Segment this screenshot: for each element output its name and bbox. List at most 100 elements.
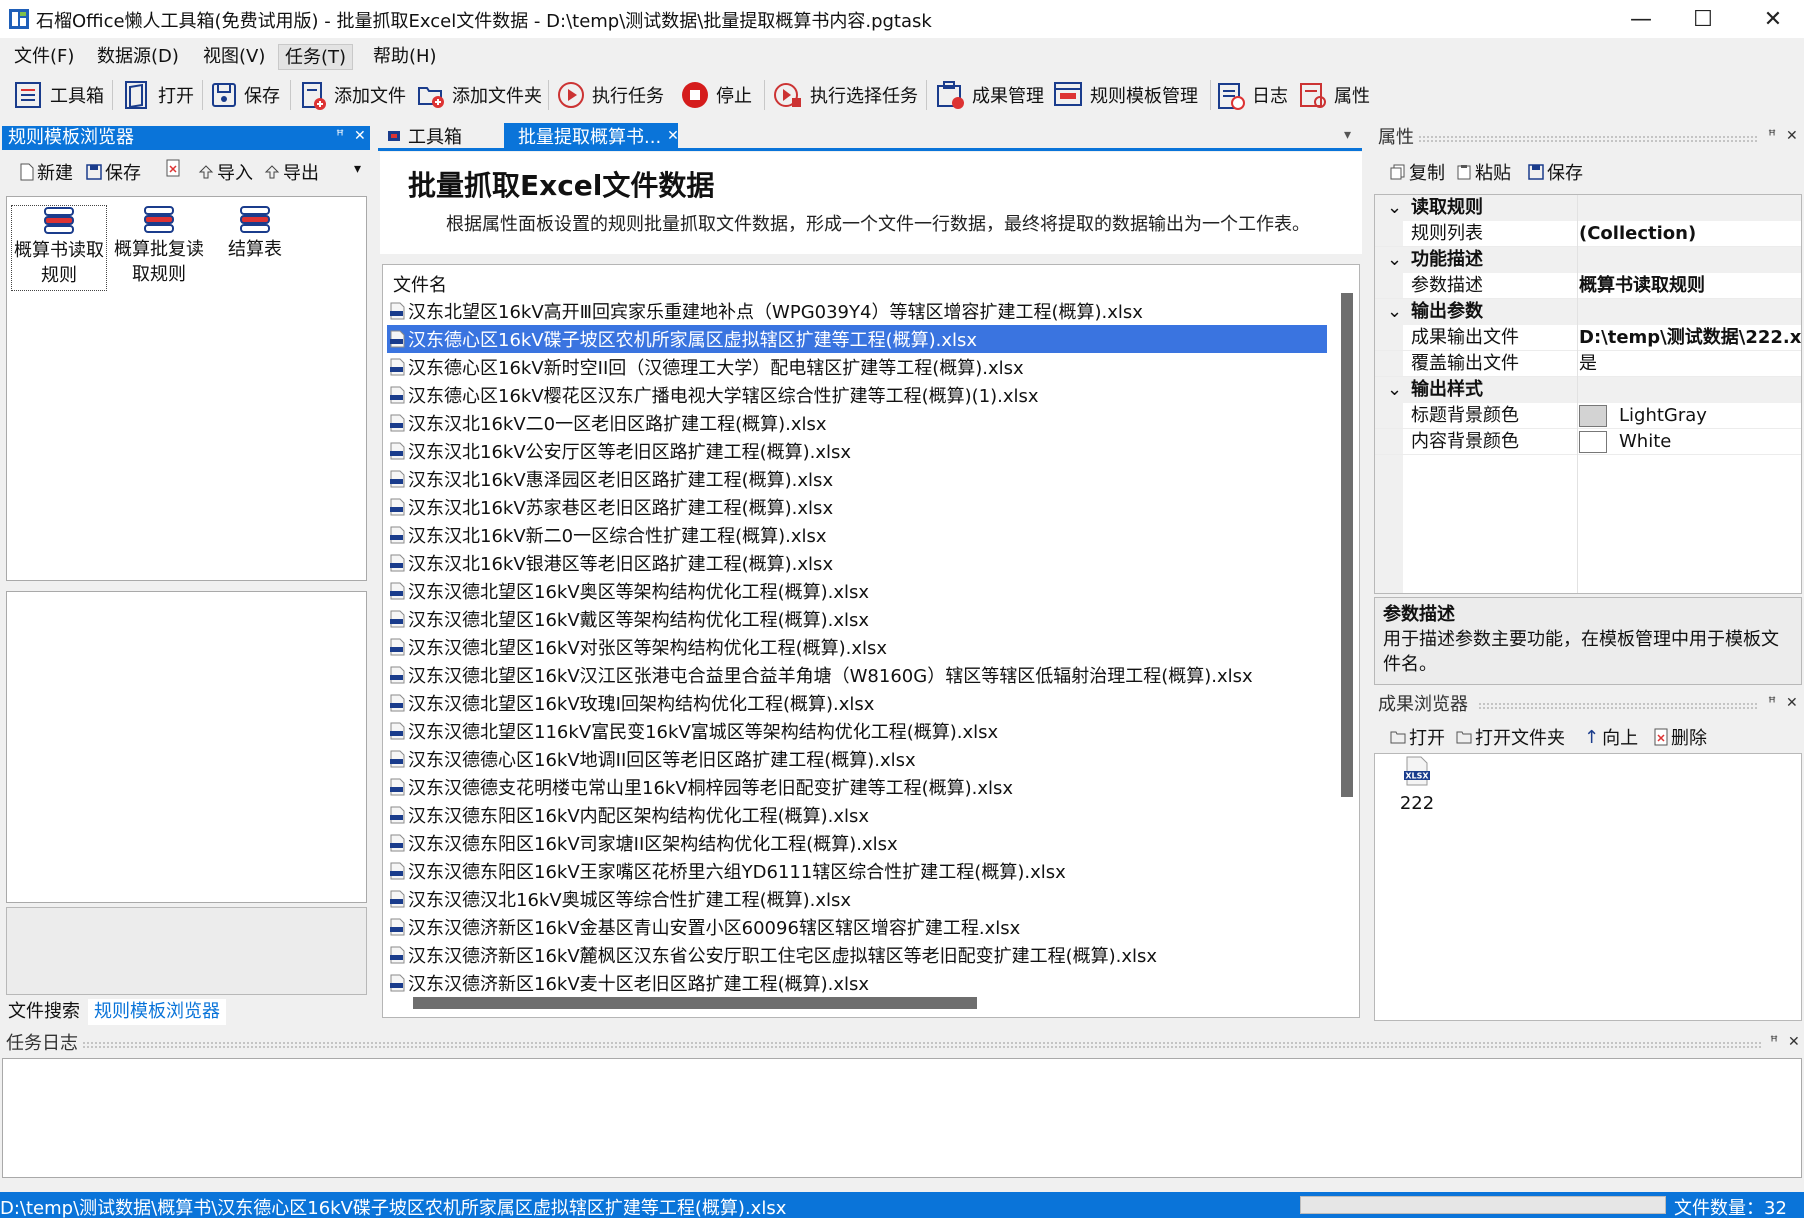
open-button[interactable]: 打开 <box>122 77 194 113</box>
file-row[interactable]: 汉东德心区16kV樱花区汉东广播电视大学辖区综合性扩建等工程(概算)(1).xl… <box>387 381 1327 409</box>
task-log-body[interactable] <box>2 1058 1802 1178</box>
save-rule-button[interactable]: 保存 <box>86 159 141 185</box>
import-button[interactable]: 导入 <box>198 159 253 185</box>
menu-bar: 文件(F) 数据源(D) 视图(V) 任务(T) 帮助(H) <box>0 42 1804 72</box>
category-func-desc[interactable]: ⌄ 功能描述 <box>1375 247 1801 273</box>
file-row[interactable]: 汉东汉德德心区16kV地调II回区等老旧区路扩建工程(概算).xlsx <box>387 745 1327 773</box>
menu-view[interactable]: 视图(V) <box>197 44 271 70</box>
delete-rule-button[interactable] <box>166 159 180 177</box>
maximize-button[interactable]: ☐ <box>1672 0 1734 38</box>
pin-icon[interactable]: ꟸ <box>1768 128 1776 144</box>
menu-help[interactable]: 帮助(H) <box>367 44 443 70</box>
file-row[interactable]: 汉东汉德北望区16kV玫瑰I回架构结构优化工程(概算).xlsx <box>387 689 1327 717</box>
open-result-button[interactable]: 打开 <box>1390 724 1445 750</box>
file-row[interactable]: 汉东汉北16kV惠泽园区老旧区路扩建工程(概算).xlsx <box>387 465 1327 493</box>
save-button[interactable]: 保存 <box>210 77 280 113</box>
file-row[interactable]: 汉东汉德东阳区16kV司家塘II区架构结构优化工程(概算).xlsx <box>387 829 1327 857</box>
log-button[interactable]: 日志 <box>1216 77 1288 113</box>
template-item[interactable]: 概算书读取 规则 <box>11 205 107 291</box>
file-count: 文件数量：32 <box>1674 1198 1787 1218</box>
export-button[interactable]: 导出 <box>264 159 319 185</box>
tab-batch-extract[interactable]: 批量提取概算书... ✕ <box>504 123 679 149</box>
add-file-button[interactable]: 添加文件 <box>298 77 406 113</box>
save-properties-button[interactable]: 保存 <box>1528 159 1583 185</box>
result-file-item[interactable]: XLSX 222 <box>1395 756 1439 814</box>
prop-rule-list[interactable]: 规则列表 (Collection) <box>1375 221 1801 247</box>
close-icon[interactable]: ✕ <box>1786 128 1798 144</box>
file-row[interactable]: 汉东汉德北望区116kV富民变16kV富城区等架构结构优化工程(概算).xlsx <box>387 717 1327 745</box>
file-row[interactable]: 汉东汉德北望区16kV汉江区张港屯合益里合益羊角塘（W8160G）辖区等辖区低辐… <box>387 661 1327 689</box>
file-row[interactable]: 汉东汉北16kV新二0一区综合性扩建工程(概算).xlsx <box>387 521 1327 549</box>
file-row[interactable]: 汉东汉德德支花明楼屯常山里16kV桐梓园等老旧配变扩建等工程(概算).xlsx <box>387 773 1327 801</box>
pin-icon[interactable]: ꟸ <box>1770 1034 1778 1050</box>
pin-icon[interactable]: ꟸ <box>336 128 344 144</box>
file-row[interactable]: 汉东汉德北望区16kV奥区等架构结构优化工程(概算).xlsx <box>387 577 1327 605</box>
close-icon[interactable]: ✕ <box>1788 1034 1800 1050</box>
stop-button[interactable]: 停止 <box>680 77 752 113</box>
paste-button[interactable]: 粘贴 <box>1456 159 1511 185</box>
file-row[interactable]: 汉东汉德东阳区16kV内配区架构结构优化工程(概算).xlsx <box>387 801 1327 829</box>
run-selected-button[interactable]: 执行选择任务 <box>772 77 918 113</box>
overflow-icon[interactable]: ▾ <box>354 161 361 177</box>
run-task-button[interactable]: 执行任务 <box>556 77 664 113</box>
file-row[interactable]: 汉东汉德北望区16kV戴区等架构结构优化工程(概算).xlsx <box>387 605 1327 633</box>
file-row[interactable]: 汉东汉德东阳区16kV王家嘴区花桥里六组YD6111辖区综合性扩建工程(概算).… <box>387 857 1327 885</box>
menu-file[interactable]: 文件(F) <box>8 44 80 70</box>
template-name-line1: 概算书读取 <box>14 240 104 261</box>
prop-header-bg[interactable]: 标题背景颜色 LightGray <box>1375 403 1801 429</box>
properties-button[interactable]: 属性 <box>1298 77 1370 113</box>
file-row[interactable]: 汉东汉北16kV公安厅区等老旧区路扩建工程(概算).xlsx <box>387 437 1327 465</box>
tab-overflow-icon[interactable]: ▾ <box>1344 127 1351 143</box>
category-read-rules[interactable]: ⌄ 读取规则 <box>1375 195 1801 221</box>
run-task-label: 执行任务 <box>592 86 664 107</box>
menu-task[interactable]: 任务(T) <box>278 44 354 70</box>
rule-template-manage-button[interactable]: 规则模板管理 <box>1052 77 1198 113</box>
file-row[interactable]: 汉东汉德北望区16kV对张区等架构结构优化工程(概算).xlsx <box>387 633 1327 661</box>
file-row[interactable]: 汉东汉德济新区16kV金基区青山安置小区60096辖区辖区增容扩建工程.xlsx <box>387 913 1327 941</box>
prop-output-file[interactable]: 成果输出文件D:\temp\测试数据\222.xlsx <box>1375 325 1801 351</box>
open-folder-button[interactable]: 打开文件夹 <box>1456 724 1565 750</box>
toolbox-button[interactable]: 工具箱 <box>12 77 104 113</box>
file-row[interactable]: 汉东汉德汉北16kV奥城区等综合性扩建工程(概算).xlsx <box>387 885 1327 913</box>
template-item[interactable]: 概算批复读 取规则 <box>111 205 207 287</box>
vertical-scrollbar[interactable] <box>1341 293 1353 797</box>
file-row[interactable]: 汉东北望区16kV高开Ⅲ回宾家乐重建地补点（WPG039Y4）等辖区增容扩建工程… <box>387 297 1327 325</box>
file-row[interactable]: 汉东德心区16kV碟子坡区农机所家属区虚拟辖区扩建等工程(概算).xlsx <box>387 325 1327 353</box>
close-icon[interactable]: ✕ <box>354 128 366 144</box>
close-tab-icon[interactable]: ✕ <box>667 128 679 144</box>
close-window-button[interactable]: ✕ <box>1742 0 1804 38</box>
close-icon[interactable]: ✕ <box>1786 695 1798 711</box>
delete-result-button[interactable]: 删除 <box>1654 724 1707 750</box>
tab-toolbox[interactable]: 工具箱 <box>378 123 470 149</box>
pin-icon[interactable]: ꟸ <box>1768 695 1776 711</box>
add-folder-button[interactable]: 添加文件夹 <box>416 77 542 113</box>
copy-button[interactable]: 复制 <box>1390 159 1445 185</box>
file-row[interactable]: 汉东汉德济新区16kV麓枫区汉东省公安厅职工住宅区虚拟辖区等老旧配变扩建工程(概… <box>387 941 1327 969</box>
run-selected-icon <box>774 83 801 107</box>
horizontal-scrollbar[interactable] <box>413 997 977 1009</box>
new-rule-button[interactable]: 新建 <box>20 159 73 185</box>
menu-datasource[interactable]: 数据源(D) <box>91 44 185 70</box>
toolbar-separator <box>112 80 113 110</box>
results-manage-button[interactable]: 成果管理 <box>934 77 1044 113</box>
file-row[interactable]: 汉东德心区16kV新时空II回（汉德理工大学）配电辖区扩建等工程(概算).xls… <box>387 353 1327 381</box>
up-button[interactable]: ↑ 向上 <box>1584 724 1638 750</box>
tab-rule-browser[interactable]: 规则模板浏览器 <box>88 999 226 1025</box>
file-list[interactable]: 文件名 汉东北望区16kV高开Ⅲ回宾家乐重建地补点（WPG039Y4）等辖区增容… <box>382 264 1360 1018</box>
file-row[interactable]: 汉东汉德济新区16kV麦十区老旧区路扩建工程(概算).xlsx <box>387 969 1327 997</box>
content-bg-value: White <box>1619 431 1672 452</box>
prop-overwrite[interactable]: 覆盖输出文件是 <box>1375 351 1801 377</box>
file-row[interactable]: 汉东汉北16kV银港区等老旧区路扩建工程(概算).xlsx <box>387 549 1327 577</box>
xlsx-file-icon <box>390 862 405 880</box>
results-browser-header: 成果浏览器 ꟸ ✕ <box>1374 693 1802 717</box>
file-row[interactable]: 汉东汉北16kV二0一区老旧区路扩建工程(概算).xlsx <box>387 409 1327 437</box>
tab-file-search[interactable]: 文件搜索 <box>2 999 86 1025</box>
file-row[interactable]: 汉东汉北16kV苏家巷区老旧区路扩建工程(概算).xlsx <box>387 493 1327 521</box>
prop-param-desc[interactable]: 参数描述 概算书读取规则 <box>1375 273 1801 299</box>
category-output-params[interactable]: ⌄ 输出参数 <box>1375 299 1801 325</box>
file-name-column-header[interactable]: 文件名 <box>393 271 447 297</box>
template-item[interactable]: 结算表 <box>207 205 303 262</box>
category-output-style[interactable]: ⌄ 输出样式 <box>1375 377 1801 403</box>
prop-content-bg[interactable]: 内容背景颜色 White <box>1375 429 1801 455</box>
minimize-button[interactable]: — <box>1610 0 1672 38</box>
